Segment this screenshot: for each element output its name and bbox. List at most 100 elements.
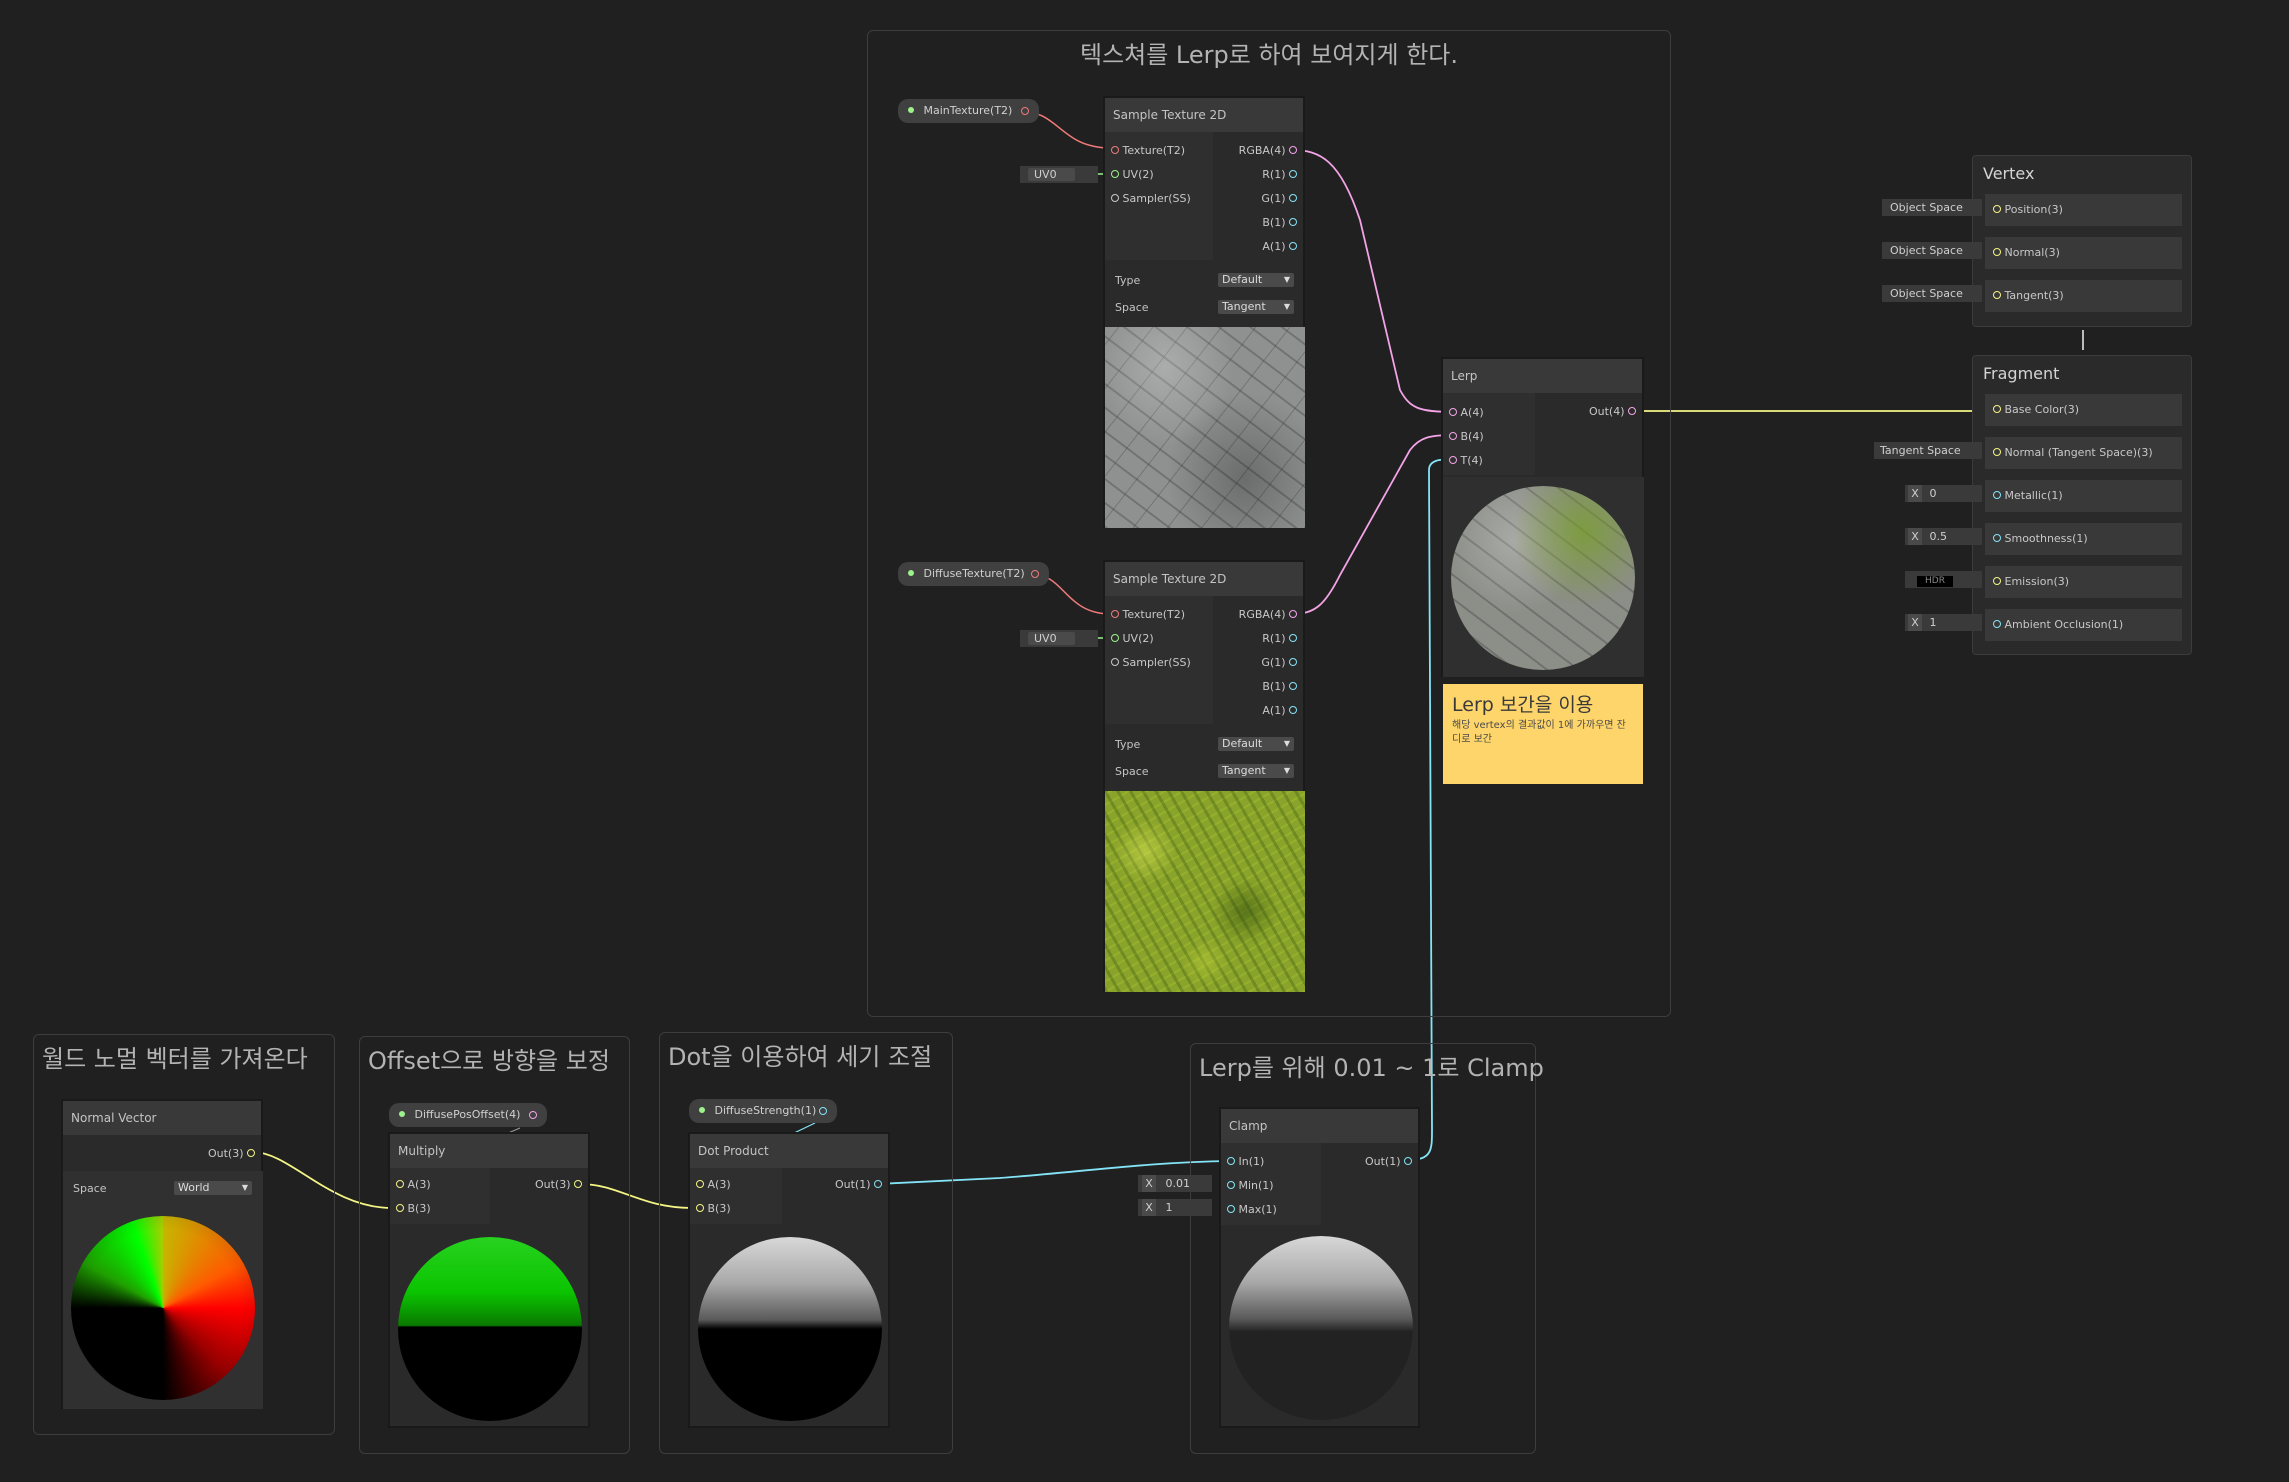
- vertex-slot-tangent[interactable]: Tangent(3): [1985, 280, 2182, 312]
- sticky-note[interactable]: Lerp 보간을 이용 해당 vertex의 결과값이 1에 가까우면 잔디로 …: [1443, 684, 1643, 784]
- ao-value[interactable]: 1: [1930, 616, 1937, 629]
- input-in[interactable]: In(1): [1227, 1155, 1264, 1169]
- input-t[interactable]: T(4): [1449, 454, 1483, 468]
- fragment-slot-emission[interactable]: Emission(3): [1985, 566, 2182, 598]
- input-b[interactable]: B(3): [696, 1202, 731, 1216]
- node-title[interactable]: Normal Vector: [63, 1101, 261, 1135]
- port-icon[interactable]: [1289, 170, 1297, 178]
- port-icon[interactable]: [1289, 218, 1297, 226]
- port-icon[interactable]: [1993, 405, 2001, 413]
- output-r[interactable]: R(1): [1262, 632, 1297, 646]
- property-diffuse-pos-offset[interactable]: DiffusePosOffset(4): [389, 1103, 547, 1127]
- dot-product-node[interactable]: Dot Product A(3) B(3) Out(1): [689, 1133, 889, 1427]
- port-icon[interactable]: [396, 1180, 404, 1188]
- fragment-slot-metallic[interactable]: Metallic(1): [1985, 480, 2182, 512]
- property-diffuse-texture[interactable]: DiffuseTexture(T2): [898, 562, 1049, 586]
- space-dropdown[interactable]: Tangent ▼: [1218, 764, 1294, 778]
- property-diffuse-strength[interactable]: DiffuseStrength(1): [689, 1099, 837, 1123]
- port-icon[interactable]: [1449, 432, 1457, 440]
- port-icon[interactable]: [1227, 1181, 1235, 1189]
- output-g[interactable]: G(1): [1261, 656, 1297, 670]
- fragment-slot-ambient-occlusion[interactable]: Ambient Occlusion(1): [1985, 609, 2182, 641]
- output-a[interactable]: A(1): [1262, 704, 1297, 718]
- group-title[interactable]: Dot을 이용하여 세기 조절: [668, 1037, 952, 1072]
- shader-graph-canvas[interactable]: 텍스쳐를 Lerp로 하여 보여지게 한다. 월드 노멀 벡터를 가져온다 Of…: [0, 0, 2289, 1482]
- space-dropdown[interactable]: Tangent ▼: [1218, 300, 1294, 314]
- port-icon[interactable]: [1993, 205, 2001, 213]
- vertex-tangent-input[interactable]: Object Space: [1882, 285, 1982, 302]
- vertex-stack[interactable]: Vertex Position(3) Normal(3) Tangent(3): [1972, 155, 2192, 327]
- space-dropdown[interactable]: World ▼: [174, 1181, 252, 1195]
- port-icon[interactable]: [1289, 658, 1297, 666]
- output-out[interactable]: Out(1): [1365, 1155, 1412, 1169]
- input-max[interactable]: Max(1): [1227, 1203, 1277, 1217]
- metallic-value[interactable]: 0: [1930, 487, 1937, 500]
- fragment-stack[interactable]: Fragment Base Color(3) Normal (Tangent S…: [1972, 355, 2192, 655]
- uv-dropdown[interactable]: UV0: [1028, 632, 1075, 645]
- input-a[interactable]: A(3): [396, 1178, 431, 1192]
- output-rgba[interactable]: RGBA(4): [1239, 608, 1297, 622]
- sample-texture-node-1[interactable]: Sample Texture 2D Texture(T2) UV(2) Samp…: [1104, 97, 1305, 528]
- port-icon[interactable]: [1289, 242, 1297, 250]
- sticky-body[interactable]: 해당 vertex의 결과값이 1에 가까우면 잔디로 보간: [1452, 719, 1632, 747]
- port-icon[interactable]: [1628, 407, 1636, 415]
- port-icon[interactable]: [1111, 610, 1119, 618]
- min-value[interactable]: 0.01: [1166, 1177, 1191, 1190]
- port-icon[interactable]: [1289, 610, 1297, 618]
- vertex-slot-position[interactable]: Position(3): [1985, 194, 2182, 226]
- port-icon[interactable]: [247, 1149, 255, 1157]
- lerp-node[interactable]: Lerp A(4) B(4) T(4) Out(4): [1442, 358, 1644, 677]
- type-dropdown[interactable]: Default ▼: [1218, 737, 1294, 751]
- port-icon[interactable]: [1993, 248, 2001, 256]
- input-b[interactable]: B(3): [396, 1202, 431, 1216]
- fragment-smoothness-input[interactable]: X 0.5: [1905, 528, 1982, 545]
- fragment-normal-input[interactable]: Tangent Space: [1874, 442, 1982, 459]
- input-min[interactable]: Min(1): [1227, 1179, 1274, 1193]
- group-title[interactable]: Offset으로 방향을 보정: [368, 1041, 629, 1076]
- group-title[interactable]: Lerp를 위해 0.01 ~ 1로 Clamp: [1199, 1048, 1544, 1083]
- port-icon[interactable]: [1993, 448, 2001, 456]
- output-rgba[interactable]: RGBA(4): [1239, 144, 1297, 158]
- type-dropdown[interactable]: Default ▼: [1218, 273, 1294, 287]
- output-out[interactable]: Out(3): [535, 1178, 582, 1192]
- vertex-normal-input[interactable]: Object Space: [1882, 242, 1982, 259]
- uv-field-2[interactable]: UV0: [1020, 630, 1098, 647]
- output-port-icon[interactable]: [529, 1111, 537, 1119]
- fragment-metallic-input[interactable]: X 0: [1905, 485, 1982, 502]
- output-r[interactable]: R(1): [1262, 168, 1297, 182]
- node-title[interactable]: Lerp: [1443, 359, 1642, 393]
- port-icon[interactable]: [1449, 456, 1457, 464]
- uv-field-1[interactable]: UV0: [1020, 166, 1098, 183]
- emission-color-swatch[interactable]: HDR: [1917, 576, 1953, 587]
- output-port-icon[interactable]: [1031, 570, 1039, 578]
- uv-dropdown[interactable]: UV0: [1028, 168, 1075, 181]
- port-icon[interactable]: [1449, 408, 1457, 416]
- node-title[interactable]: Sample Texture 2D: [1105, 562, 1303, 596]
- port-icon[interactable]: [1111, 146, 1119, 154]
- normal-vector-node[interactable]: Normal Vector Out(3) Space World ▼: [62, 1100, 263, 1409]
- input-b[interactable]: B(4): [1449, 430, 1484, 444]
- output-b[interactable]: B(1): [1262, 680, 1297, 694]
- node-title[interactable]: Multiply: [390, 1134, 588, 1168]
- output-b[interactable]: B(1): [1262, 216, 1297, 230]
- input-texture[interactable]: Texture(T2): [1111, 608, 1185, 622]
- multiply-node[interactable]: Multiply A(3) B(3) Out(3): [389, 1133, 589, 1427]
- stack-title[interactable]: Vertex: [1983, 164, 2034, 183]
- stack-title[interactable]: Fragment: [1983, 364, 2059, 383]
- node-title[interactable]: Sample Texture 2D: [1105, 98, 1303, 132]
- port-icon[interactable]: [1111, 634, 1119, 642]
- output-out[interactable]: Out(4): [1589, 405, 1636, 419]
- port-icon[interactable]: [1404, 1157, 1412, 1165]
- output-out[interactable]: Out(1): [835, 1178, 882, 1192]
- vertex-position-input[interactable]: Object Space: [1882, 199, 1982, 216]
- output-port-icon[interactable]: [819, 1107, 827, 1115]
- input-sampler[interactable]: Sampler(SS): [1111, 192, 1191, 206]
- port-icon[interactable]: [1111, 194, 1119, 202]
- port-icon[interactable]: [1993, 291, 2001, 299]
- clamp-max-field[interactable]: X 1: [1138, 1199, 1212, 1216]
- clamp-min-field[interactable]: X 0.01: [1138, 1175, 1212, 1192]
- port-icon[interactable]: [1993, 491, 2001, 499]
- port-icon[interactable]: [1993, 620, 2001, 628]
- fragment-slot-normal[interactable]: Normal (Tangent Space)(3): [1985, 437, 2182, 469]
- input-a[interactable]: A(4): [1449, 406, 1484, 420]
